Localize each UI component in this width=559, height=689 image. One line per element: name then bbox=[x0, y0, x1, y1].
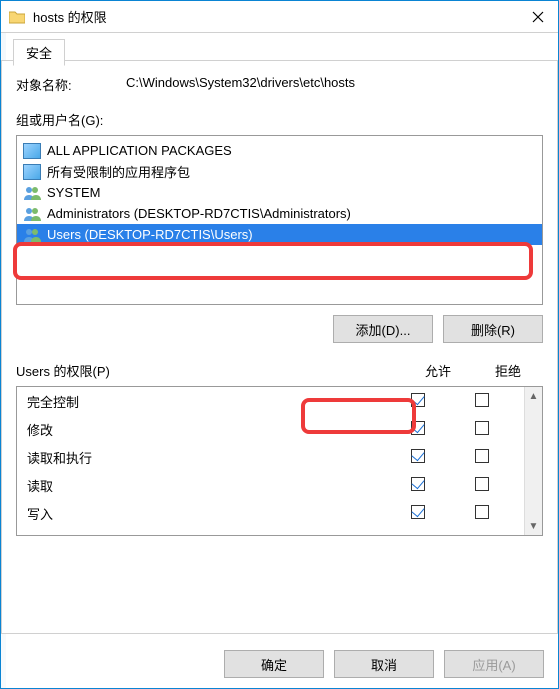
properties-dialog: hosts 的权限 安全 对象名称: C:\Windows\System32\d… bbox=[0, 0, 559, 689]
deny-checkbox[interactable] bbox=[475, 421, 489, 435]
permission-name: 写入 bbox=[27, 504, 386, 523]
col-allow: 允许 bbox=[403, 361, 473, 380]
deny-checkbox[interactable] bbox=[475, 393, 489, 407]
object-path: C:\Windows\System32\drivers\etc\hosts bbox=[126, 75, 355, 94]
permission-name: 读取和执行 bbox=[27, 448, 386, 467]
titlebar[interactable]: hosts 的权限 bbox=[1, 1, 558, 33]
scroll-track[interactable] bbox=[525, 405, 542, 517]
security-panel: 对象名称: C:\Windows\System32\drivers\etc\ho… bbox=[1, 60, 558, 634]
principal-name: ALL APPLICATION PACKAGES bbox=[47, 143, 232, 158]
permission-row: 读取 bbox=[17, 471, 524, 499]
client-area: 安全 对象名称: C:\Windows\System32\drivers\etc… bbox=[1, 33, 558, 688]
principal-buttons: 添加(D)... 删除(R) bbox=[16, 315, 543, 343]
principal-name: Users (DESKTOP-RD7CTIS\Users) bbox=[47, 227, 253, 242]
ok-button[interactable]: 确定 bbox=[224, 650, 324, 678]
principals-listbox[interactable]: ALL APPLICATION PACKAGES 所有受限制的应用程序包 SYSTE… bbox=[16, 135, 543, 305]
scroll-down-icon[interactable]: ▼ bbox=[525, 517, 542, 535]
cancel-button[interactable]: 取消 bbox=[334, 650, 434, 678]
folder-icon bbox=[9, 10, 25, 24]
principal-item[interactable]: Administrators (DESKTOP-RD7CTIS\Administ… bbox=[17, 203, 542, 224]
tab-security[interactable]: 安全 bbox=[13, 39, 65, 66]
permission-row: 读取和执行 bbox=[17, 443, 524, 471]
permissions-rows: 完全控制修改读取和执行读取写入 bbox=[17, 387, 524, 535]
allow-checkbox[interactable] bbox=[411, 421, 425, 435]
permission-name: 读取 bbox=[27, 476, 386, 495]
deny-checkbox[interactable] bbox=[475, 477, 489, 491]
groups-label: 组或用户名(G): bbox=[16, 110, 543, 129]
dialog-footer: 确定 取消 应用(A) bbox=[1, 640, 558, 688]
principal-item[interactable]: Users (DESKTOP-RD7CTIS\Users) bbox=[17, 224, 542, 245]
permission-row: 完全控制 bbox=[17, 387, 524, 415]
permissions-listbox: 完全控制修改读取和执行读取写入 ▲ ▼ bbox=[16, 386, 543, 536]
users-icon bbox=[23, 206, 41, 222]
users-icon bbox=[23, 227, 41, 243]
principal-name: Administrators (DESKTOP-RD7CTIS\Administ… bbox=[47, 206, 351, 221]
principal-item[interactable]: SYSTEM bbox=[17, 182, 542, 203]
allow-checkbox[interactable] bbox=[411, 449, 425, 463]
principal-item[interactable]: ALL APPLICATION PACKAGES bbox=[17, 140, 542, 161]
principal-name: 所有受限制的应用程序包 bbox=[47, 162, 190, 181]
tab-security-label: 安全 bbox=[26, 43, 52, 62]
close-button[interactable] bbox=[518, 1, 558, 33]
deny-checkbox[interactable] bbox=[475, 449, 489, 463]
users-icon bbox=[23, 185, 41, 201]
allow-checkbox[interactable] bbox=[411, 477, 425, 491]
scroll-up-icon[interactable]: ▲ bbox=[525, 387, 542, 405]
deny-checkbox[interactable] bbox=[475, 505, 489, 519]
allow-checkbox[interactable] bbox=[411, 393, 425, 407]
window-title: hosts 的权限 bbox=[33, 7, 518, 26]
apply-button[interactable]: 应用(A) bbox=[444, 650, 544, 678]
package-icon bbox=[23, 164, 41, 180]
permission-row: 写入 bbox=[17, 499, 524, 527]
principal-name: SYSTEM bbox=[47, 185, 100, 200]
col-deny: 拒绝 bbox=[473, 361, 543, 380]
permissions-title: Users 的权限(P) bbox=[16, 361, 403, 380]
object-row: 对象名称: C:\Windows\System32\drivers\etc\ho… bbox=[16, 75, 543, 94]
add-button[interactable]: 添加(D)... bbox=[333, 315, 433, 343]
permission-name: 完全控制 bbox=[27, 392, 386, 411]
object-name-label: 对象名称: bbox=[16, 75, 126, 94]
permissions-header: Users 的权限(P) 允许 拒绝 bbox=[16, 361, 543, 380]
remove-button[interactable]: 删除(R) bbox=[443, 315, 543, 343]
scrollbar[interactable]: ▲ ▼ bbox=[524, 387, 542, 535]
permission-row: 修改 bbox=[17, 415, 524, 443]
package-icon bbox=[23, 143, 41, 159]
permission-name: 修改 bbox=[27, 420, 386, 439]
principal-item[interactable]: 所有受限制的应用程序包 bbox=[17, 161, 542, 182]
allow-checkbox[interactable] bbox=[411, 505, 425, 519]
